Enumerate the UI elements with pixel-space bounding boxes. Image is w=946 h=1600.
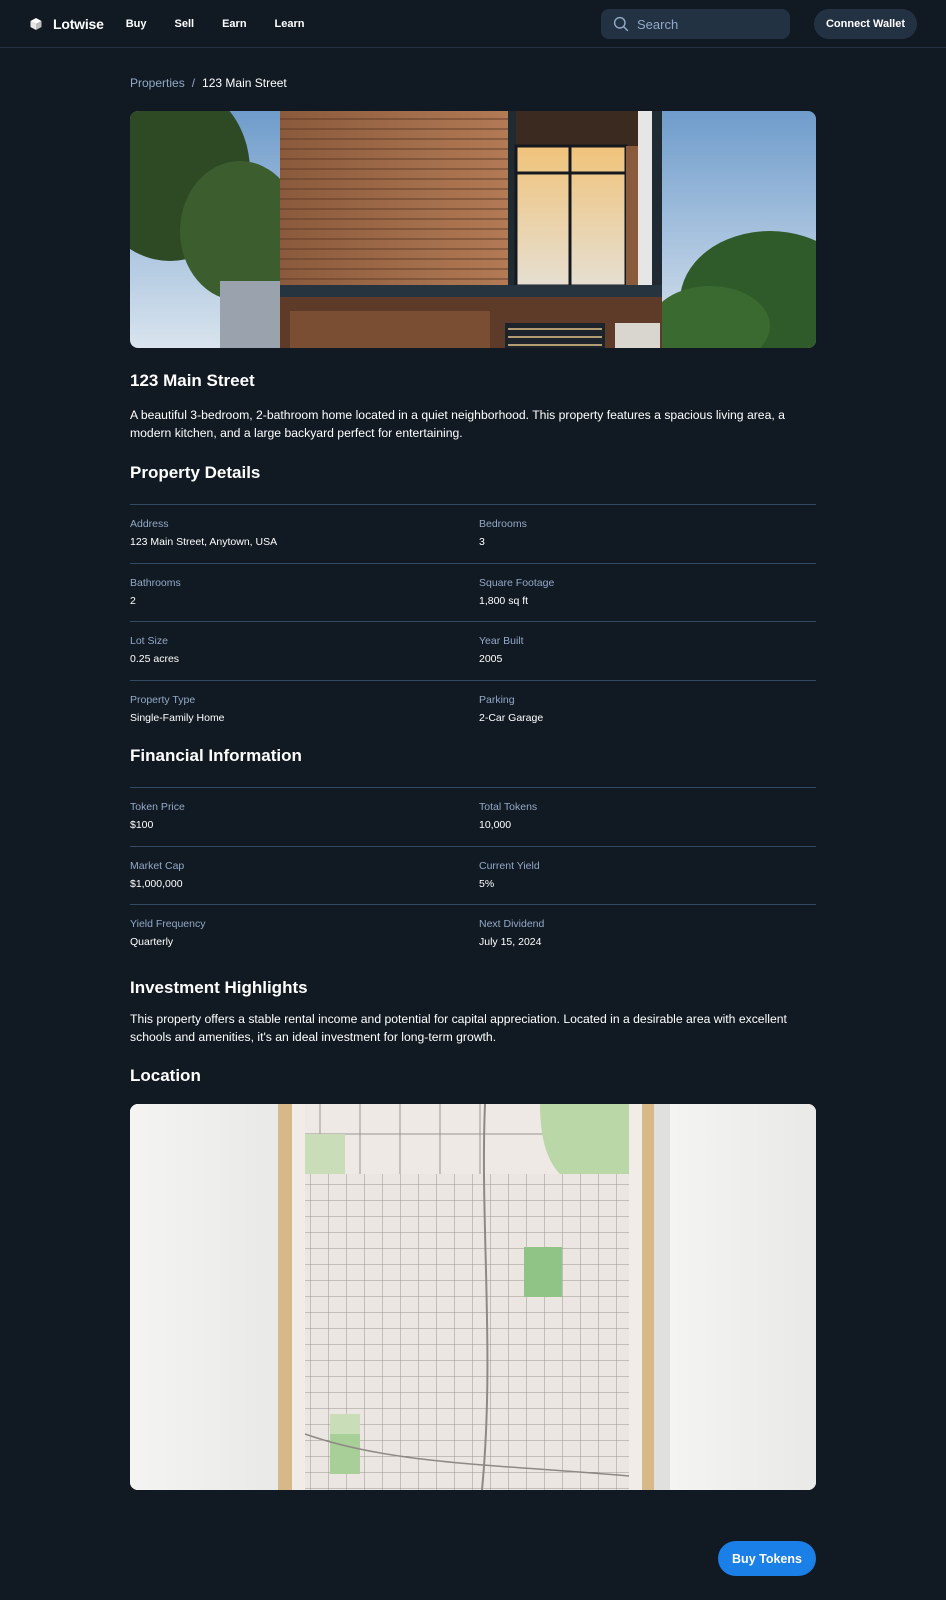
- fin-token-price: Token Price $100: [130, 787, 479, 846]
- fin-value: July 15, 2024: [479, 936, 542, 948]
- fin-label: Total Tokens: [479, 801, 538, 813]
- logo[interactable]: Lotwise: [29, 16, 104, 32]
- property-title: 123 Main Street: [130, 371, 255, 390]
- fin-total-tokens: Total Tokens 10,000: [479, 787, 816, 846]
- top-nav-bar: Lotwise Buy Sell Earn Learn Connect Wall…: [0, 0, 946, 48]
- nav-learn[interactable]: Learn: [275, 18, 305, 30]
- main-nav: Buy Sell Earn Learn: [126, 18, 333, 30]
- detail-property-type: Property Type Single-Family Home: [130, 679, 479, 739]
- detail-bedrooms: Bedrooms 3: [479, 504, 816, 563]
- property-details-grid: Address 123 Main Street, Anytown, USA Be…: [130, 504, 816, 738]
- fin-label: Next Dividend: [479, 918, 545, 930]
- detail-year-built: Year Built 2005: [479, 621, 816, 680]
- fin-market-cap: Market Cap $1,000,000: [130, 845, 479, 905]
- detail-parking: Parking 2-Car Garage: [479, 679, 816, 739]
- fin-label: Yield Frequency: [130, 918, 206, 930]
- property-hero-image: [130, 111, 816, 348]
- detail-label: Year Built: [479, 635, 524, 647]
- detail-value: 0.25 acres: [130, 653, 180, 665]
- fin-value: $1,000,000: [130, 877, 183, 890]
- detail-label: Lot Size: [130, 635, 168, 647]
- detail-square-footage: Square Footage 1,800 sq ft: [479, 562, 816, 622]
- fin-next-dividend: Next Dividend July 15, 2024: [479, 904, 816, 963]
- nav-earn[interactable]: Earn: [222, 18, 246, 30]
- detail-address: Address 123 Main Street, Anytown, USA: [130, 504, 479, 563]
- detail-label: Address: [130, 518, 169, 530]
- detail-value: 2: [130, 594, 136, 607]
- detail-bathrooms: Bathrooms 2: [130, 562, 479, 622]
- fin-value: Quarterly: [130, 936, 174, 948]
- fin-label: Current Yield: [479, 859, 540, 872]
- brand-name: Lotwise: [53, 15, 104, 32]
- detail-label: Parking: [479, 693, 515, 706]
- fin-value: $100: [130, 819, 154, 831]
- detail-value: 2-Car Garage: [479, 711, 544, 724]
- fin-value: 10,000: [479, 819, 512, 831]
- detail-value: Single-Family Home: [130, 711, 225, 724]
- detail-value: 123 Main Street, Anytown, USA: [130, 536, 278, 548]
- nav-buy[interactable]: Buy: [126, 18, 147, 30]
- fin-current-yield: Current Yield 5%: [479, 845, 816, 905]
- detail-label: Property Type: [130, 693, 196, 706]
- detail-label: Square Footage: [479, 576, 555, 589]
- detail-lot-size: Lot Size 0.25 acres: [130, 621, 479, 680]
- location-heading: Location: [130, 1065, 201, 1085]
- property-details-heading: Property Details: [130, 463, 261, 482]
- location-map[interactable]: [130, 1103, 816, 1490]
- connect-wallet-button[interactable]: Connect Wallet: [814, 9, 917, 39]
- buy-tokens-button[interactable]: Buy Tokens: [718, 1541, 816, 1576]
- nav-sell[interactable]: Sell: [175, 18, 195, 30]
- property-page: Properties / 123 Main Street 123 Main St…: [130, 48, 816, 1490]
- detail-value: 1,800 sq ft: [479, 594, 529, 607]
- fin-label: Token Price: [130, 801, 185, 813]
- search-input[interactable]: [637, 16, 777, 32]
- search-icon: [613, 16, 629, 32]
- cube-logo-icon: [30, 17, 42, 30]
- financial-info-heading: Financial Information: [130, 746, 302, 765]
- investment-highlights-text: This property offers a stable rental inc…: [130, 1011, 787, 1044]
- breadcrumb-separator: /: [191, 76, 196, 90]
- search-box[interactable]: [601, 9, 790, 39]
- breadcrumb-current: 123 Main Street: [202, 76, 287, 90]
- property-description: A beautiful 3-bedroom, 2-bathroom home l…: [130, 408, 785, 440]
- investment-highlights-heading: Investment Highlights: [130, 977, 308, 997]
- detail-label: Bathrooms: [130, 576, 181, 589]
- detail-label: Bedrooms: [479, 518, 527, 530]
- breadcrumb-properties-link[interactable]: Properties: [130, 76, 185, 90]
- fin-value: 5%: [479, 877, 495, 890]
- financial-info-grid: Token Price $100 Total Tokens 10,000 Mar…: [130, 787, 816, 963]
- detail-value: 3: [479, 536, 485, 548]
- fin-label: Market Cap: [130, 859, 185, 872]
- fin-yield-frequency: Yield Frequency Quarterly: [130, 904, 479, 963]
- breadcrumb: Properties / 123 Main Street: [130, 76, 816, 90]
- detail-value: 2005: [479, 653, 503, 665]
